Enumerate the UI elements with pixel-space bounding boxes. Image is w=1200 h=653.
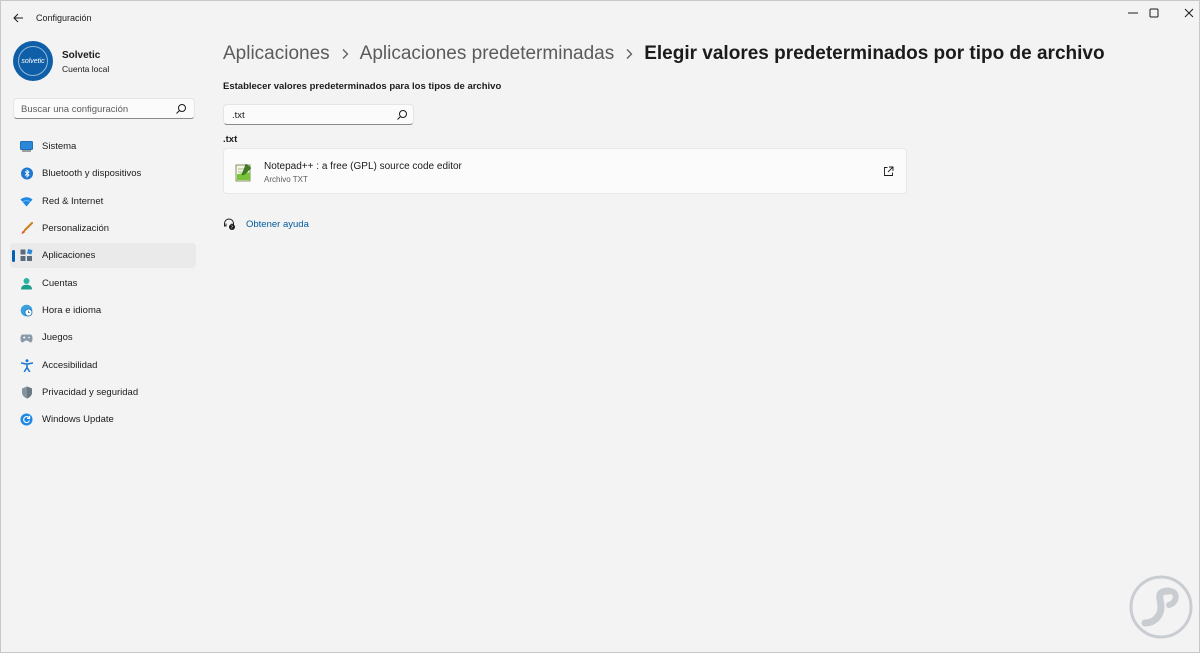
open-external-icon[interactable] <box>883 166 894 177</box>
sidebar-item-personalizacion[interactable]: Personalización <box>10 216 196 241</box>
maximize-icon <box>1149 8 1159 18</box>
monitor-icon <box>20 140 33 153</box>
update-icon <box>20 413 33 426</box>
get-help-text: Obtener ayuda <box>246 218 309 230</box>
title-bar: Configuración <box>1 1 1199 35</box>
breadcrumb-aplicaciones[interactable]: Aplicaciones <box>223 43 330 65</box>
search-icon[interactable] <box>175 103 187 115</box>
maximize-button[interactable] <box>1134 1 1174 25</box>
bluetooth-icon <box>20 167 33 180</box>
apps-icon <box>20 249 33 262</box>
file-type-search-value: .txt <box>232 109 245 121</box>
sidebar-item-label: Privacidad y seguridad <box>42 387 139 399</box>
notepad-plus-plus-icon <box>235 163 252 182</box>
app-file-type: Archivo TXT <box>264 175 308 184</box>
sidebar-item-label: Aplicaciones <box>42 250 96 262</box>
sidebar-item-label: Cuentas <box>42 277 78 289</box>
close-icon <box>1184 8 1194 18</box>
profile-account-type: Cuenta local <box>62 64 110 74</box>
search-icon[interactable] <box>396 109 408 121</box>
sidebar-item-aplicaciones[interactable]: Aplicaciones <box>10 243 196 269</box>
profile-name: Solvetic <box>62 50 101 61</box>
avatar-text: solvetic <box>21 57 45 65</box>
sidebar-item-label: Accesibilidad <box>42 359 98 371</box>
chevron-right-icon <box>625 48 633 60</box>
sidebar-item-accesibilidad[interactable]: Accesibilidad <box>10 353 196 378</box>
gamepad-icon <box>20 331 33 344</box>
chevron-right-icon <box>341 48 349 60</box>
sidebar-item-label: Sistema <box>42 141 77 152</box>
shield-icon <box>20 386 33 399</box>
sidebar-item-label: Red & Internet <box>42 195 104 207</box>
default-app-card[interactable]: Notepad++ : a free (GPL) source code edi… <box>223 148 907 194</box>
sidebar-item-cuentas[interactable]: Cuentas <box>10 271 196 296</box>
sidebar-item-red[interactable]: Red & Internet <box>10 189 196 214</box>
sidebar-item-label: Hora e idioma <box>42 305 102 317</box>
globe-clock-icon <box>20 304 33 317</box>
app-name: Notepad++ : a free (GPL) source code edi… <box>264 161 462 172</box>
wifi-icon <box>20 195 33 208</box>
search-placeholder: Buscar una configuración <box>21 103 129 115</box>
close-button[interactable] <box>1169 1 1200 25</box>
get-help-link[interactable]: ? Obtener ayuda <box>223 216 309 232</box>
brush-icon <box>20 222 33 235</box>
sidebar-nav: Sistema Bluetooth y dispositivos Red & I… <box>10 134 196 435</box>
accessibility-icon <box>20 359 33 372</box>
arrow-left-icon <box>12 13 23 23</box>
sidebar-item-bluetooth[interactable]: Bluetooth y dispositivos <box>10 161 196 186</box>
page-title: Elegir valores predeterminados por tipo … <box>644 43 1105 64</box>
sidebar-item-windows-update[interactable]: Windows Update <box>10 407 196 432</box>
breadcrumb-aplicaciones-predeterminadas[interactable]: Aplicaciones predeterminadas <box>360 43 615 65</box>
person-icon <box>20 277 33 290</box>
sidebar-item-label: Windows Update <box>42 414 114 426</box>
sidebar-item-hora[interactable]: Hora e idioma <box>10 298 196 323</box>
back-button[interactable] <box>7 7 29 29</box>
help-icon: ? <box>224 218 235 231</box>
extension-header: .txt <box>223 134 238 145</box>
settings-window: Configuración solvetic Solvetic Cuenta l… <box>0 0 1200 653</box>
user-profile[interactable]: solvetic Solvetic Cuenta local <box>13 41 203 83</box>
sidebar-item-sistema[interactable]: Sistema <box>10 134 196 159</box>
selection-indicator <box>12 250 15 263</box>
breadcrumb: Aplicaciones Aplicaciones predeterminada… <box>223 41 1105 67</box>
sidebar-item-label: Juegos <box>42 332 73 344</box>
settings-search-input[interactable]: Buscar una configuración <box>13 98 195 119</box>
file-type-search-input[interactable]: .txt <box>223 104 414 125</box>
watermark-logo <box>1129 575 1193 639</box>
sidebar-item-juegos[interactable]: Juegos <box>10 325 196 350</box>
avatar: solvetic <box>13 41 53 81</box>
sidebar-item-privacidad[interactable]: Privacidad y seguridad <box>10 380 196 405</box>
window-title: Configuración <box>36 13 92 23</box>
sidebar-item-label: Bluetooth y dispositivos <box>42 168 142 180</box>
section-label: Establecer valores predeterminados para … <box>223 81 502 92</box>
sidebar-item-label: Personalización <box>42 223 110 235</box>
